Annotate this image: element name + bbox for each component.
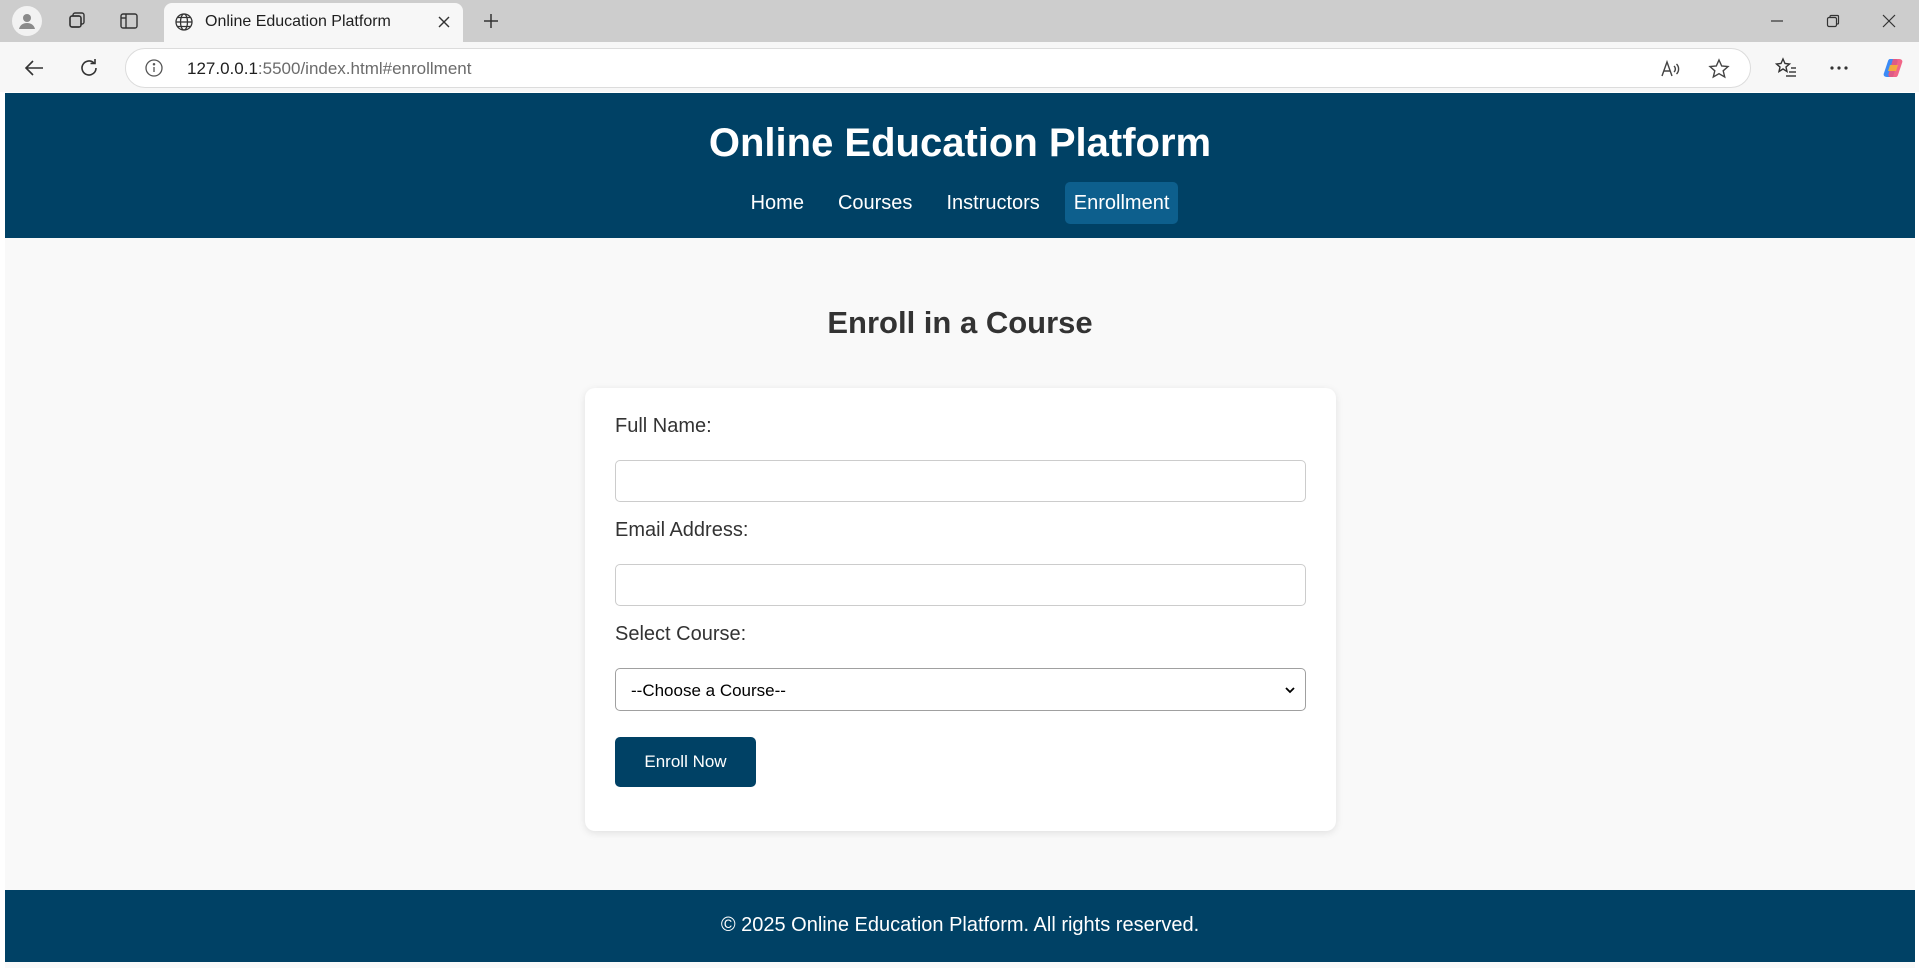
site-title: Online Education Platform	[708, 121, 1212, 165]
course-select[interactable]: --Choose a Course--	[615, 668, 1306, 711]
profile-icon	[12, 6, 42, 36]
close-icon	[1882, 14, 1896, 28]
course-label: Select Course:	[615, 623, 747, 645]
back-button[interactable]	[16, 50, 52, 86]
browser-toolbar: 127.0.0.1:5500/index.html#enrollment	[0, 42, 1919, 92]
address-bar[interactable]: 127.0.0.1:5500/index.html#enrollment	[125, 48, 1751, 88]
tab-close-button[interactable]	[431, 9, 457, 35]
settings-more-button[interactable]	[1821, 50, 1857, 86]
close-icon	[438, 16, 450, 28]
site-header: Online Education Platform Home Courses I…	[5, 93, 1915, 238]
site-nav: Home Courses Instructors Enrollment	[5, 182, 1915, 224]
course-select-value: --Choose a Course--	[631, 681, 786, 700]
nav-link-instructors[interactable]: Instructors	[937, 182, 1048, 224]
enrollment-form: Full Name: Email Address: Select Course:…	[585, 388, 1336, 831]
vertical-tabs-button[interactable]	[112, 5, 146, 37]
chevron-down-icon	[1283, 683, 1297, 697]
email-input[interactable]	[615, 564, 1306, 606]
site-footer: © 2025 Online Education Platform. All ri…	[5, 890, 1915, 962]
site-info-icon[interactable]	[144, 58, 164, 78]
new-tab-button[interactable]	[474, 5, 508, 37]
full-name-label: Full Name:	[615, 415, 712, 437]
arrow-left-icon	[24, 60, 43, 76]
browser-tab-strip: Online Education Platform	[0, 0, 1919, 42]
enrollment-heading: Enroll in a Course	[827, 305, 1093, 340]
workspaces-button[interactable]	[60, 5, 94, 37]
browser-tab-active[interactable]: Online Education Platform	[164, 3, 463, 42]
favorites-list-icon	[1775, 57, 1796, 77]
email-label: Email Address:	[615, 519, 749, 541]
window-close-button[interactable]	[1861, 0, 1917, 42]
restore-icon	[1826, 14, 1840, 28]
read-aloud-icon[interactable]	[1657, 56, 1683, 82]
more-horizontal-icon	[1830, 66, 1848, 70]
nav-link-home[interactable]: Home	[742, 182, 813, 224]
workspaces-icon	[69, 12, 85, 28]
page-viewport: Online Education Platform Home Courses I…	[5, 93, 1915, 968]
reload-button[interactable]	[71, 50, 107, 86]
url-host: 127.0.0.1	[187, 59, 258, 78]
minimize-icon	[1771, 20, 1783, 22]
add-favorite-star-icon[interactable]	[1706, 56, 1732, 82]
copilot-button[interactable]	[1875, 50, 1911, 86]
favorites-button[interactable]	[1768, 50, 1804, 86]
reload-icon	[81, 59, 97, 76]
copilot-icon	[1883, 59, 1903, 77]
plus-icon	[484, 14, 498, 28]
full-name-input[interactable]	[615, 460, 1306, 502]
window-restore-button[interactable]	[1805, 0, 1861, 42]
footer-copyright: © 2025 Online Education Platform. All ri…	[720, 914, 1200, 936]
profile-button[interactable]	[10, 5, 44, 37]
tab-title: Online Education Platform	[205, 13, 391, 30]
nav-link-courses[interactable]: Courses	[829, 182, 921, 224]
url-text[interactable]: 127.0.0.1:5500/index.html#enrollment	[187, 59, 471, 79]
enroll-now-button[interactable]: Enroll Now	[615, 737, 756, 787]
globe-icon	[172, 10, 196, 34]
nav-link-enrollment[interactable]: Enrollment	[1064, 182, 1179, 224]
url-path: :5500/index.html#enrollment	[257, 59, 472, 78]
window-minimize-button[interactable]	[1749, 0, 1805, 42]
vertical-tabs-icon	[120, 13, 138, 29]
